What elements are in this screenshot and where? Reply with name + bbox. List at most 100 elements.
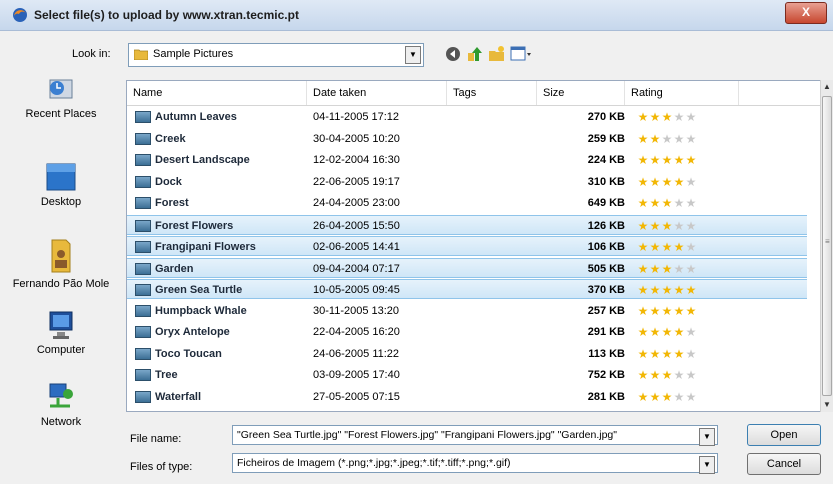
star-icon[interactable]: ★ [649, 216, 661, 236]
star-icon[interactable]: ★ [637, 237, 649, 257]
rating-stars[interactable]: ★★★★★ [637, 216, 697, 236]
place-user-folder[interactable]: Fernando Pão Mole [8, 236, 114, 290]
open-button[interactable]: Open [747, 424, 821, 446]
star-icon[interactable]: ★ [685, 301, 697, 321]
star-icon[interactable]: ★ [673, 259, 685, 279]
star-icon[interactable]: ★ [673, 280, 685, 300]
star-icon[interactable]: ★ [661, 107, 673, 127]
star-icon[interactable]: ★ [685, 259, 697, 279]
star-icon[interactable]: ★ [673, 344, 685, 364]
star-icon[interactable]: ★ [637, 365, 649, 385]
file-row[interactable]: Garden 09-04-2004 07:17 505 KB ★★★★★ [127, 257, 807, 279]
star-icon[interactable]: ★ [673, 193, 685, 213]
up-folder-icon[interactable] [466, 45, 484, 63]
rating-stars[interactable]: ★★★★★ [637, 280, 697, 300]
rating-stars[interactable]: ★★★★★ [637, 172, 697, 192]
file-row[interactable]: Frangipani Flowers 02-06-2005 14:41 106 KB… [127, 236, 807, 256]
star-icon[interactable]: ★ [637, 259, 649, 279]
star-icon[interactable]: ★ [637, 216, 649, 236]
place-desktop[interactable]: Desktop [8, 160, 114, 208]
star-icon[interactable]: ★ [661, 129, 673, 149]
star-icon[interactable]: ★ [661, 344, 673, 364]
file-row[interactable]: Forest 24-04-2005 23:00 649 KB ★★★★★ [127, 193, 807, 213]
star-icon[interactable]: ★ [649, 107, 661, 127]
cancel-button[interactable]: Cancel [747, 453, 821, 475]
rating-stars[interactable]: ★★★★★ [637, 301, 697, 321]
file-list[interactable]: Name Date taken Tags Size Rating Autumn … [126, 80, 823, 412]
file-row[interactable]: Green Sea Turtle 10-05-2005 09:45 370 KB ★★… [127, 279, 807, 299]
star-icon[interactable]: ★ [649, 365, 661, 385]
star-icon[interactable]: ★ [649, 237, 661, 257]
chevron-down-icon[interactable]: ▼ [699, 456, 715, 474]
star-icon[interactable]: ★ [673, 150, 685, 170]
star-icon[interactable]: ★ [673, 301, 685, 321]
star-icon[interactable]: ★ [673, 237, 685, 257]
star-icon[interactable]: ★ [661, 259, 673, 279]
rating-stars[interactable]: ★★★★★ [637, 107, 697, 127]
star-icon[interactable]: ★ [637, 107, 649, 127]
file-name-field[interactable]: "Green Sea Turtle.jpg" "Forest Flowers.j… [232, 425, 718, 446]
star-icon[interactable]: ★ [685, 216, 697, 236]
star-icon[interactable]: ★ [685, 107, 697, 127]
file-row[interactable]: Forest Flowers 26-04-2005 15:50 126 KB ★★★★… [127, 214, 807, 236]
look-in-dropdown[interactable]: Sample Pictures ▼ [128, 43, 424, 67]
view-menu-icon[interactable] [510, 45, 534, 63]
place-network[interactable]: Network [8, 380, 114, 428]
star-icon[interactable]: ★ [685, 193, 697, 213]
new-folder-icon[interactable] [488, 45, 506, 63]
star-icon[interactable]: ★ [673, 129, 685, 149]
rating-stars[interactable]: ★★★★★ [637, 387, 697, 407]
star-icon[interactable]: ★ [649, 344, 661, 364]
title-bar[interactable]: Select file(s) to upload by www.xtran.te… [0, 0, 833, 31]
star-icon[interactable]: ★ [685, 365, 697, 385]
scroll-thumb[interactable]: ≡ [822, 96, 832, 396]
file-row[interactable]: Oryx Antelope 22-04-2005 16:20 291 KB ★★★★★ [127, 322, 807, 342]
place-computer[interactable]: Computer [8, 308, 114, 356]
star-icon[interactable]: ★ [637, 280, 649, 300]
rating-stars[interactable]: ★★★★★ [637, 193, 697, 213]
rating-stars[interactable]: ★★★★★ [637, 129, 697, 149]
star-icon[interactable]: ★ [637, 301, 649, 321]
star-icon[interactable]: ★ [649, 259, 661, 279]
star-icon[interactable]: ★ [637, 193, 649, 213]
star-icon[interactable]: ★ [685, 344, 697, 364]
star-icon[interactable]: ★ [685, 172, 697, 192]
star-icon[interactable]: ★ [649, 150, 661, 170]
star-icon[interactable]: ★ [673, 172, 685, 192]
scroll-down-icon[interactable]: ▼ [821, 398, 833, 412]
star-icon[interactable]: ★ [661, 322, 673, 342]
file-row[interactable]: Creek 30-04-2005 10:20 259 KB ★★★★★ [127, 129, 807, 149]
star-icon[interactable]: ★ [637, 172, 649, 192]
file-row[interactable]: Autumn Leaves 04-11-2005 17:12 270 KB ★★★★★ [127, 107, 807, 127]
star-icon[interactable]: ★ [661, 150, 673, 170]
file-row[interactable]: Humpback Whale 30-11-2005 13:20 257 KB ★★★★… [127, 301, 807, 321]
chevron-down-icon[interactable]: ▼ [405, 46, 421, 64]
place-recent-places[interactable]: Recent Places [8, 72, 114, 120]
star-icon[interactable]: ★ [649, 172, 661, 192]
rating-stars[interactable]: ★★★★★ [637, 259, 697, 279]
rating-stars[interactable]: ★★★★★ [637, 344, 697, 364]
star-icon[interactable]: ★ [673, 107, 685, 127]
column-header-tags[interactable]: Tags [447, 81, 537, 105]
star-icon[interactable]: ★ [685, 129, 697, 149]
star-icon[interactable]: ★ [661, 301, 673, 321]
column-header-name[interactable]: Name [127, 81, 307, 105]
file-row[interactable]: Desert Landscape 12-02-2004 16:30 224 KB ★★… [127, 150, 807, 170]
star-icon[interactable]: ★ [673, 322, 685, 342]
star-icon[interactable]: ★ [637, 344, 649, 364]
file-row[interactable]: Toco Toucan 24-06-2005 11:22 113 KB ★★★★★ [127, 344, 807, 364]
rating-stars[interactable]: ★★★★★ [637, 237, 697, 257]
star-icon[interactable]: ★ [661, 387, 673, 407]
file-row[interactable]: Tree 03-09-2005 17:40 752 KB ★★★★★ [127, 365, 807, 385]
star-icon[interactable]: ★ [685, 150, 697, 170]
column-header-date[interactable]: Date taken [307, 81, 447, 105]
star-icon[interactable]: ★ [685, 237, 697, 257]
chevron-down-icon[interactable]: ▼ [699, 428, 715, 446]
star-icon[interactable]: ★ [649, 301, 661, 321]
scroll-up-icon[interactable]: ▲ [821, 80, 833, 94]
column-header-rating[interactable]: Rating [625, 81, 739, 105]
star-icon[interactable]: ★ [661, 237, 673, 257]
file-type-dropdown[interactable]: Ficheiros de Imagem (*.png;*.jpg;*.jpeg;… [232, 453, 718, 474]
file-row[interactable]: Dock 22-06-2005 19:17 310 KB ★★★★★ [127, 172, 807, 192]
star-icon[interactable]: ★ [685, 322, 697, 342]
